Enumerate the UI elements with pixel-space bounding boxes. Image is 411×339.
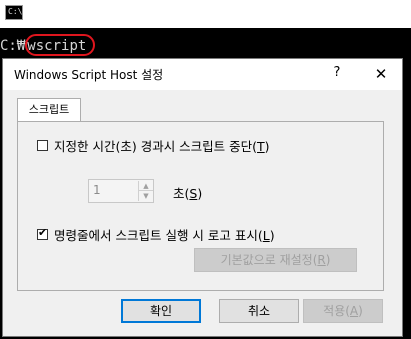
wsh-settings-dialog: Windows Script Host 설정 ? ✕ 스크립트 지정한 시간(초… <box>2 58 403 337</box>
logo-hotkey: L <box>262 228 270 243</box>
seconds-label: 초(S) <box>173 186 203 201</box>
dialog-title: Windows Script Host 설정 <box>14 68 164 82</box>
apply-button[interactable]: 적용(A) <box>303 299 383 323</box>
stop-after-label[interactable]: 지정한 시간(초) 경과시 스크립트 중단(T) <box>54 136 270 155</box>
dialog-titlebar: Windows Script Host 설정 ? ✕ <box>3 59 402 90</box>
stop-after-checkbox[interactable] <box>37 140 48 151</box>
checkmark-icon: ✔ <box>38 226 48 239</box>
console-app-icon: C:\ <box>5 5 23 20</box>
tab-script[interactable]: 스크립트 <box>17 98 81 122</box>
logo-label[interactable]: 명령줄에서 스크립트 실행 시 로고 표시(L) <box>54 225 275 244</box>
cancel-button[interactable]: 취소 <box>219 299 299 323</box>
seconds-spinner: 1 ▲ ▼ <box>88 179 154 203</box>
spinner-down-icon: ▼ <box>138 191 153 201</box>
reset-defaults-button[interactable]: 기본값으로 재설정(R) <box>194 248 357 272</box>
console-prompt: C:₩ <box>0 38 26 54</box>
command-highlight-annotation <box>25 34 95 56</box>
help-button[interactable]: ? <box>329 65 345 83</box>
console-titlebar: C:\ <box>0 0 411 28</box>
ok-button[interactable]: 확인 <box>121 299 201 323</box>
close-button[interactable]: ✕ <box>363 62 399 86</box>
stop-after-hotkey: T <box>257 139 265 154</box>
seconds-value: 1 <box>93 183 101 197</box>
spinner-up-icon: ▲ <box>138 181 153 191</box>
logo-checkbox[interactable]: ✔ <box>37 226 48 240</box>
